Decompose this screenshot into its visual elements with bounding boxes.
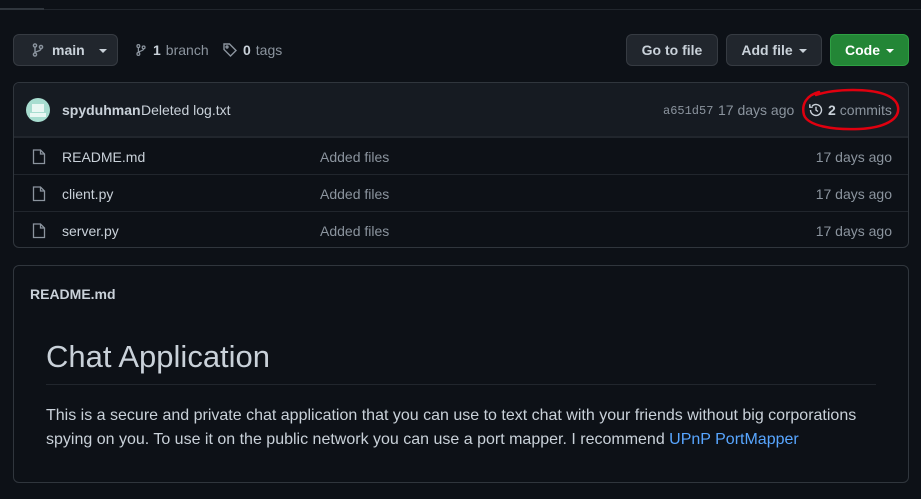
chevron-down-icon <box>798 49 807 53</box>
readme-filename[interactable]: README.md <box>30 286 116 302</box>
tag-icon <box>222 42 238 58</box>
branches-link[interactable]: 1 branch <box>134 41 209 59</box>
code-button[interactable]: Code <box>830 34 909 66</box>
file-age: 17 days ago <box>815 149 892 165</box>
tag-label: tags <box>255 42 283 58</box>
chevron-down-icon <box>886 49 894 53</box>
file-commit-message[interactable]: Added files <box>320 186 389 202</box>
commits-history-link[interactable]: 2 commits <box>808 102 892 118</box>
file-row[interactable]: server.py Added files 17 days ago <box>14 211 908 247</box>
file-row[interactable]: README.md Added files 17 days ago <box>14 137 908 174</box>
file-age: 17 days ago <box>815 186 892 202</box>
branch-label: branch <box>165 42 209 58</box>
file-name[interactable]: client.py <box>62 186 113 202</box>
add-file-label: Add file <box>741 42 793 58</box>
file-icon <box>32 186 46 202</box>
tags-link[interactable]: 0 tags <box>222 41 282 59</box>
commit-count: 2 <box>828 102 836 118</box>
chevron-down-icon <box>98 49 107 53</box>
readme-divider <box>46 384 876 385</box>
file-icon <box>32 223 46 239</box>
avatar-face <box>32 104 44 112</box>
file-row[interactable]: client.py Added files 17 days ago <box>14 174 908 211</box>
file-commit-message[interactable]: Added files <box>320 149 389 165</box>
commit-age: 17 days ago <box>718 102 795 118</box>
readme-body: This is a secure and private chat applic… <box>46 404 882 452</box>
top-border <box>0 0 921 10</box>
branch-count: 1 <box>153 42 161 58</box>
file-icon <box>32 149 46 165</box>
latest-commit-bar: spyduhman Deleted log.txt a651d57 17 day… <box>14 83 908 137</box>
file-list: spyduhman Deleted log.txt a651d57 17 day… <box>13 82 909 248</box>
commit-label: commits <box>839 102 892 118</box>
avatar-mouth <box>30 113 46 117</box>
branch-name: main <box>52 42 85 58</box>
commit-sha[interactable]: a651d57 <box>663 104 713 118</box>
file-name[interactable]: README.md <box>62 149 145 165</box>
go-to-file-button[interactable]: Go to file <box>626 34 718 66</box>
branch-select-button[interactable]: main <box>13 34 118 66</box>
git-branch-icon <box>134 42 148 58</box>
go-to-file-label: Go to file <box>641 42 703 58</box>
file-name[interactable]: server.py <box>62 223 119 239</box>
tab-edge <box>0 0 44 10</box>
readme-panel: README.md Chat Application This is a sec… <box>13 265 909 483</box>
commit-message[interactable]: Deleted log.txt <box>141 102 231 118</box>
code-label: Code <box>845 42 880 58</box>
readme-title: Chat Application <box>46 339 271 374</box>
git-branch-icon <box>30 42 46 58</box>
commit-author[interactable]: spyduhman <box>62 102 141 118</box>
add-file-button[interactable]: Add file <box>726 34 822 66</box>
tag-count: 0 <box>243 42 251 58</box>
upnp-portmapper-link[interactable]: UPnP PortMapper <box>669 431 799 448</box>
avatar[interactable] <box>26 98 50 122</box>
file-commit-message[interactable]: Added files <box>320 223 389 239</box>
file-age: 17 days ago <box>815 223 892 239</box>
history-icon <box>808 102 824 118</box>
